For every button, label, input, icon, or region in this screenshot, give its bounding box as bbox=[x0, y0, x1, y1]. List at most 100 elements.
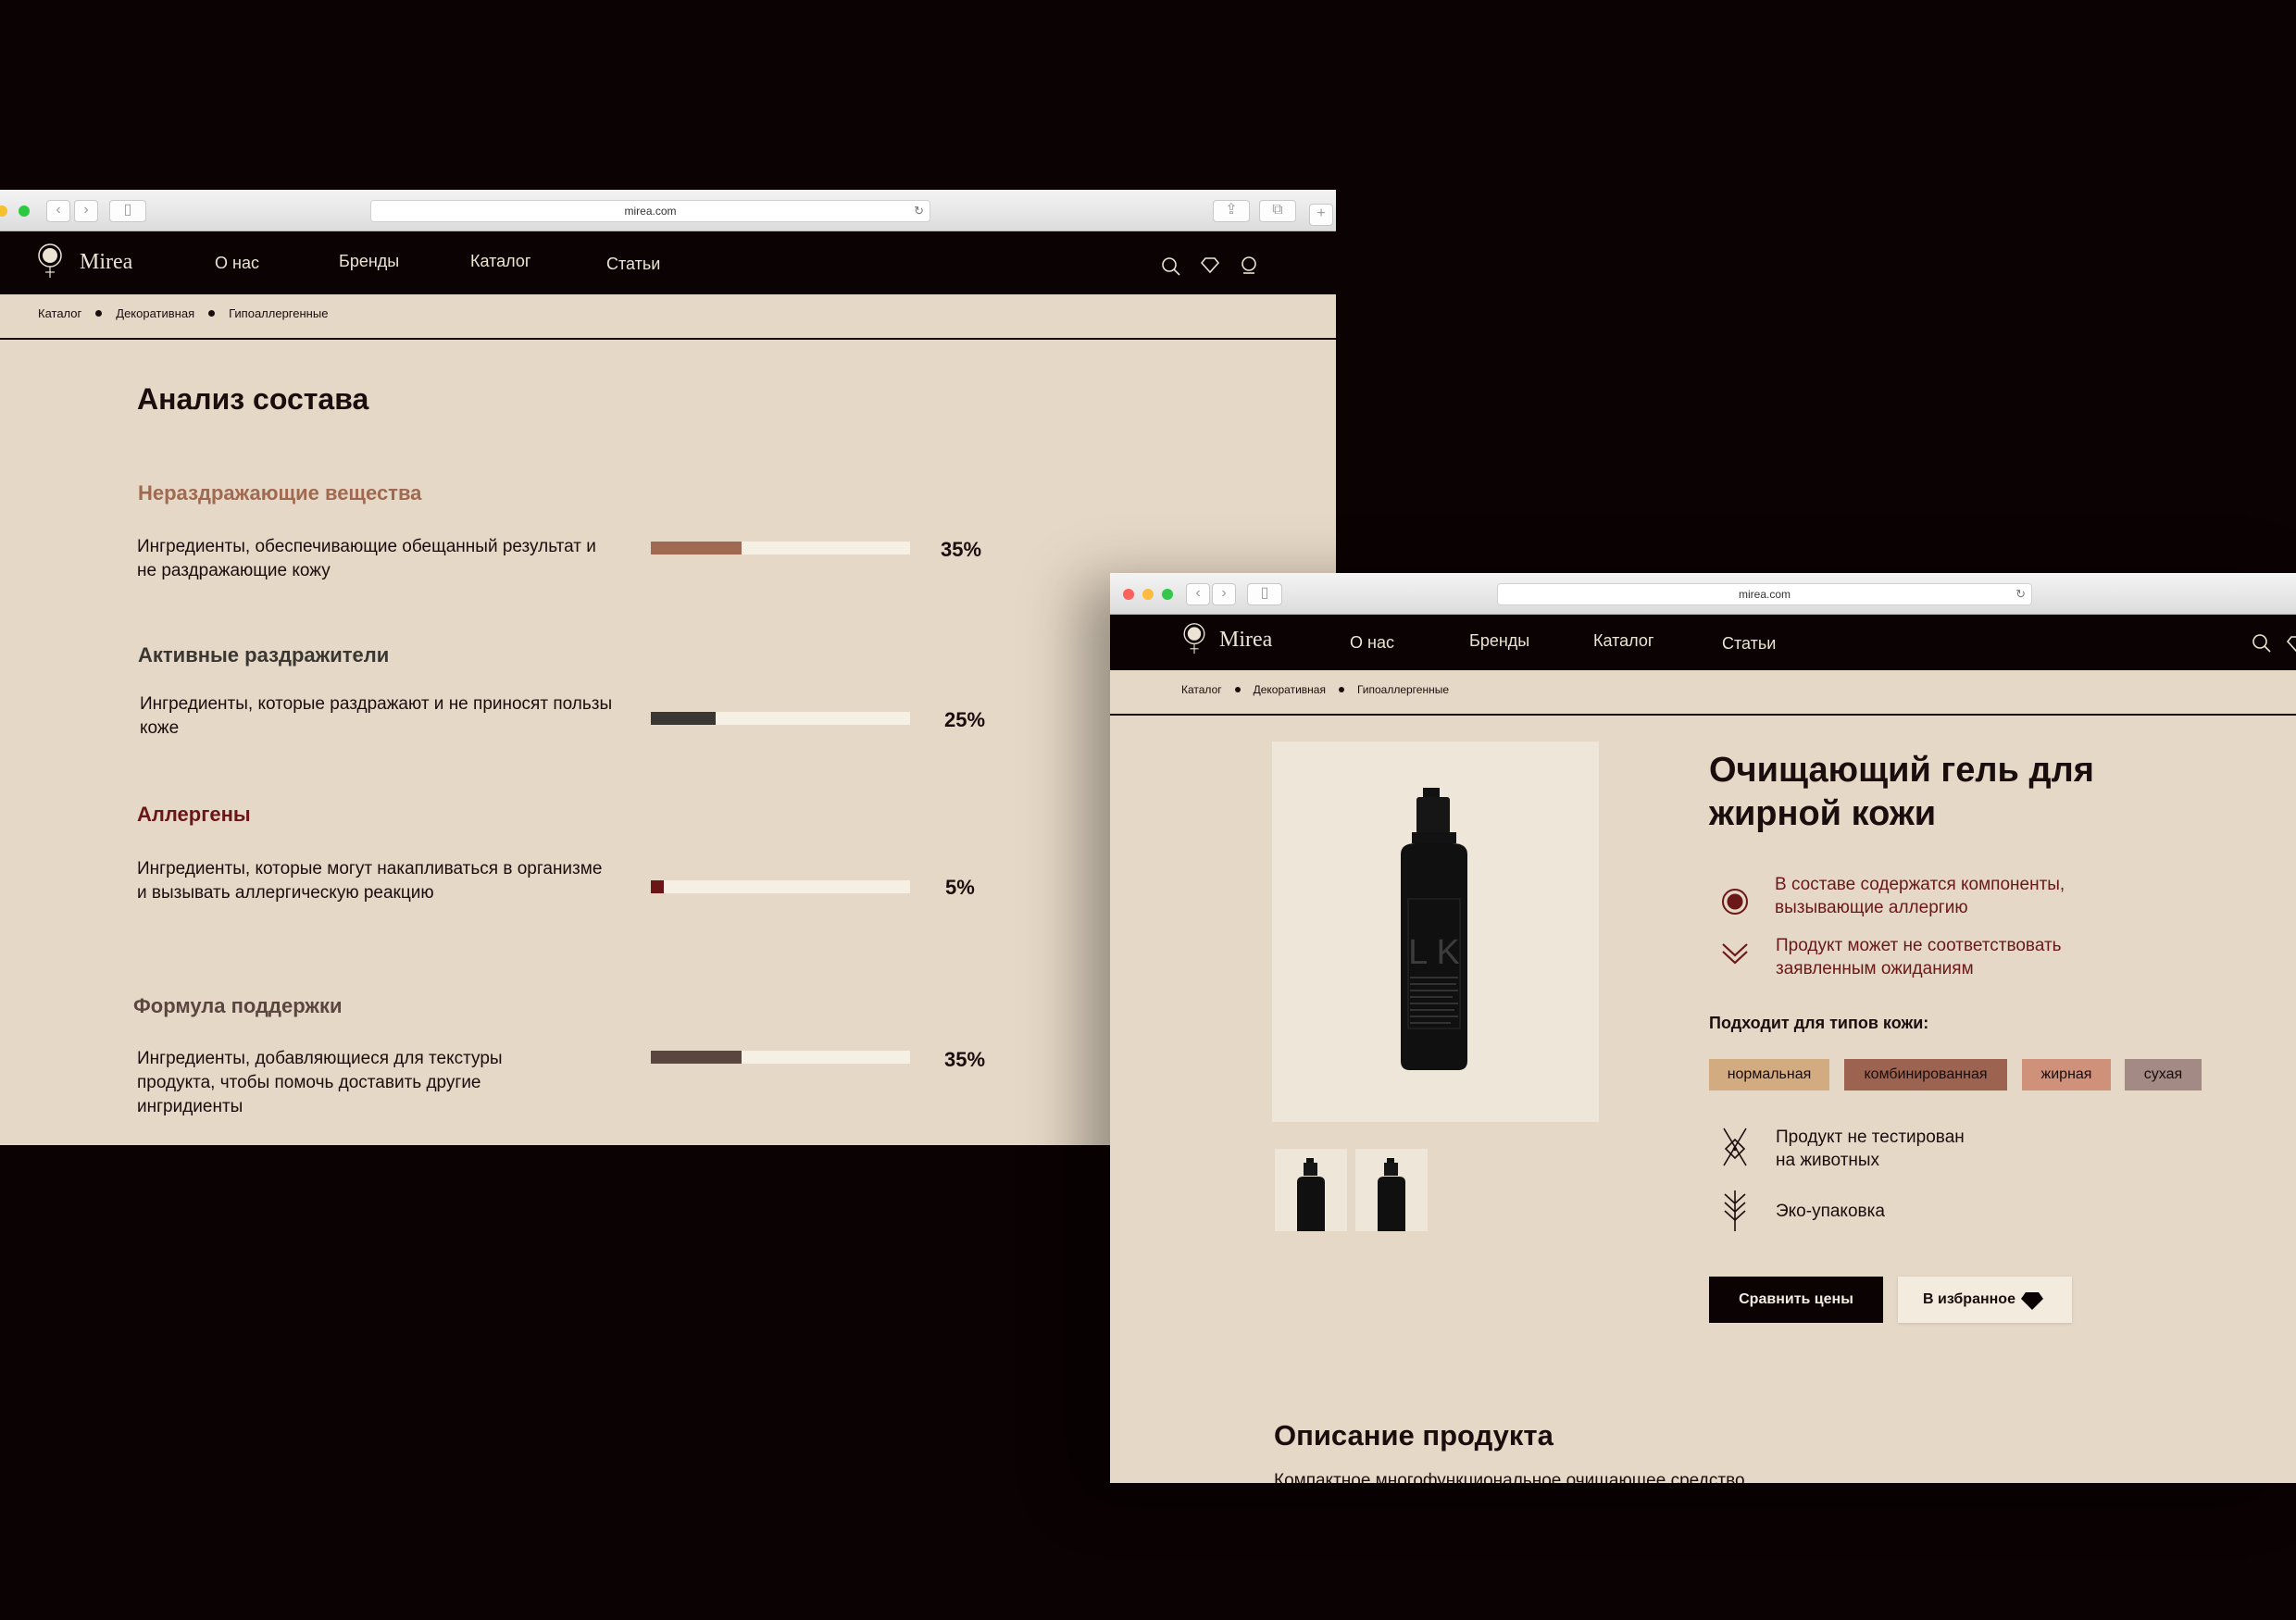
analysis-title: Анализ состава bbox=[137, 382, 369, 416]
percent-value: 25% bbox=[944, 708, 986, 731]
chip-label: сухая bbox=[2143, 1066, 2183, 1082]
product-window: ‹ › ▯ mirea.com ↻ Mirea О нас Бренды Кат… bbox=[1110, 573, 2296, 1483]
section-title-support-formula: Формула поддержки bbox=[133, 994, 343, 1017]
zoom-button[interactable] bbox=[19, 206, 30, 217]
nav-catalog[interactable]: Каталог bbox=[1593, 631, 1653, 651]
section-desc-allergens: Ингредиенты, которые могут накапливаться… bbox=[137, 859, 603, 903]
nav-brands[interactable]: Бренды bbox=[1469, 631, 1529, 651]
breadcrumb: Каталог Декоративная Гипоаллергенные bbox=[1181, 683, 1449, 696]
progress-fill bbox=[651, 542, 742, 555]
bottle-thumbnail-icon bbox=[1297, 1158, 1325, 1231]
sidebar-toggle-icon[interactable]: ▯ bbox=[109, 200, 146, 222]
search-icon[interactable] bbox=[1161, 256, 1181, 277]
progress-bar bbox=[651, 712, 910, 725]
breadcrumb-decorative[interactable]: Декоративная bbox=[1254, 683, 1326, 696]
close-button[interactable] bbox=[1123, 589, 1134, 600]
account-icon[interactable] bbox=[1239, 255, 1259, 275]
bottle-image: L K bbox=[1401, 788, 1467, 1070]
breadcrumb-decorative[interactable]: Декоративная bbox=[116, 306, 194, 320]
product-title-line: жирной кожи bbox=[1709, 794, 1937, 833]
skin-types-label: Подходит для типов кожи: bbox=[1709, 1014, 1929, 1032]
nav-about[interactable]: О нас bbox=[1350, 633, 1394, 653]
allergy-warning-icon bbox=[1722, 889, 1748, 915]
tabs-icon[interactable]: ⧉ bbox=[1259, 200, 1296, 222]
nav-catalog[interactable]: Каталог bbox=[470, 252, 530, 271]
product-image[interactable]: L K bbox=[1272, 741, 1599, 1122]
chip-label: нормальная bbox=[1727, 1066, 1812, 1082]
skin-type-chip[interactable]: жирная bbox=[2022, 1059, 2111, 1090]
nav-brands[interactable]: Бренды bbox=[339, 252, 399, 271]
browser-chrome: ‹ › ▯ mirea.com ↻ ⇪ ⧉ + bbox=[0, 190, 1336, 231]
percent-value: 35% bbox=[944, 1048, 986, 1071]
compare-prices-button[interactable]: Сравнить цены bbox=[1709, 1277, 1883, 1323]
address-bar[interactable]: mirea.com ↻ bbox=[370, 200, 930, 222]
section-title-active-irritants: Активные раздражители bbox=[138, 643, 390, 667]
add-to-favorites-button[interactable]: В избранное bbox=[1898, 1277, 2072, 1323]
forward-button[interactable]: › bbox=[74, 200, 98, 222]
section-title-nonirritating: Нераздражающие вещества bbox=[138, 481, 422, 505]
breadcrumb-catalog[interactable]: Каталог bbox=[1181, 683, 1222, 696]
minimize-button[interactable] bbox=[0, 206, 7, 217]
feature-text: Продукт не тестирован на животных bbox=[1776, 1128, 1965, 1170]
forward-button[interactable]: › bbox=[1212, 583, 1236, 605]
add-to-favorites-label: В избранное bbox=[1923, 1291, 2015, 1307]
brand-name[interactable]: Mirea bbox=[1219, 628, 1272, 653]
allergy-warning-text: В составе содержатся компоненты, вызываю… bbox=[1775, 875, 2065, 917]
divider bbox=[0, 338, 1336, 340]
sidebar-toggle-icon[interactable]: ▯ bbox=[1247, 583, 1282, 605]
breadcrumb-hypoallergenic[interactable]: Гипоаллергенные bbox=[229, 306, 328, 320]
progress-bar bbox=[651, 1051, 910, 1064]
section-desc-active-irritants: Ингредиенты, которые раздражают и не при… bbox=[140, 694, 613, 738]
back-button[interactable]: ‹ bbox=[1186, 583, 1210, 605]
logo-icon bbox=[1183, 623, 1205, 654]
reload-icon[interactable]: ↻ bbox=[914, 201, 924, 221]
breadcrumb-hypoallergenic[interactable]: Гипоаллергенные bbox=[1357, 683, 1449, 696]
chip-label: жирная bbox=[2040, 1066, 2092, 1082]
progress-fill bbox=[651, 880, 664, 893]
section-desc-support-formula: Ингредиенты, добавляющиеся для текстуры … bbox=[137, 1049, 503, 1116]
share-icon[interactable]: ⇪ bbox=[1213, 200, 1250, 222]
section-title-allergens: Аллергены bbox=[137, 803, 251, 826]
heart-diamond-icon bbox=[2021, 1292, 2043, 1310]
reload-icon[interactable]: ↻ bbox=[2015, 584, 2026, 604]
expectation-warning-text: Продукт может не соответствовать заявлен… bbox=[1776, 936, 2062, 978]
product-title: Очищающий гель для жирной кожи bbox=[1709, 749, 2094, 836]
zoom-button[interactable] bbox=[1162, 589, 1173, 600]
back-button[interactable]: ‹ bbox=[46, 200, 70, 222]
skin-type-chip[interactable]: комбинированная bbox=[1844, 1059, 2007, 1090]
no-animal-testing-icon bbox=[1723, 1128, 1747, 1166]
section-desc-nonirritating: Ингредиенты, обеспечивающие обещанный ре… bbox=[137, 537, 596, 580]
breadcrumb: Каталог Декоративная Гипоаллергенные bbox=[38, 306, 328, 320]
progress-fill bbox=[651, 1051, 742, 1064]
thumbnail-2[interactable] bbox=[1355, 1149, 1428, 1231]
percent-value: 35% bbox=[941, 538, 982, 561]
logo-icon bbox=[38, 243, 62, 278]
no-animal-testing-text: Продукт не тестирован на животных bbox=[1776, 1126, 1989, 1172]
bottle-label-text: L K bbox=[1408, 933, 1460, 972]
nav-articles[interactable]: Статьи bbox=[1722, 634, 1776, 654]
new-tab-button[interactable]: + bbox=[1309, 204, 1333, 226]
address-bar[interactable]: mirea.com ↻ bbox=[1497, 583, 2032, 605]
progress-bar bbox=[651, 880, 910, 893]
skin-type-chip[interactable]: сухая bbox=[2125, 1059, 2202, 1090]
product-title-line: Очищающий гель для bbox=[1709, 751, 2094, 790]
skin-type-chip[interactable]: нормальная bbox=[1709, 1059, 1829, 1090]
description-text: Компактное многофункциональное очищающее… bbox=[1274, 1471, 1745, 1483]
favorites-icon[interactable] bbox=[2286, 633, 2296, 654]
progress-bar bbox=[651, 542, 910, 555]
favorites-icon[interactable] bbox=[1200, 255, 1220, 275]
eco-packaging-icon bbox=[1724, 1190, 1746, 1231]
nav-articles[interactable]: Статьи bbox=[606, 255, 660, 274]
expectation-warning-icon bbox=[1722, 943, 1748, 965]
minimize-button[interactable] bbox=[1142, 589, 1154, 600]
nav-about[interactable]: О нас bbox=[215, 254, 259, 273]
chip-label: комбинированная bbox=[1864, 1066, 1988, 1082]
brand-name[interactable]: Mirea bbox=[80, 250, 132, 275]
description-title: Описание продукта bbox=[1274, 1419, 1554, 1452]
divider bbox=[1110, 714, 2296, 716]
search-icon[interactable] bbox=[2252, 633, 2272, 654]
breadcrumb-catalog[interactable]: Каталог bbox=[38, 306, 81, 320]
thumbnail-1[interactable] bbox=[1275, 1149, 1347, 1231]
compare-prices-label: Сравнить цены bbox=[1739, 1291, 1853, 1307]
top-navigation: Mirea О нас Бренды Каталог Статьи bbox=[0, 231, 1336, 294]
